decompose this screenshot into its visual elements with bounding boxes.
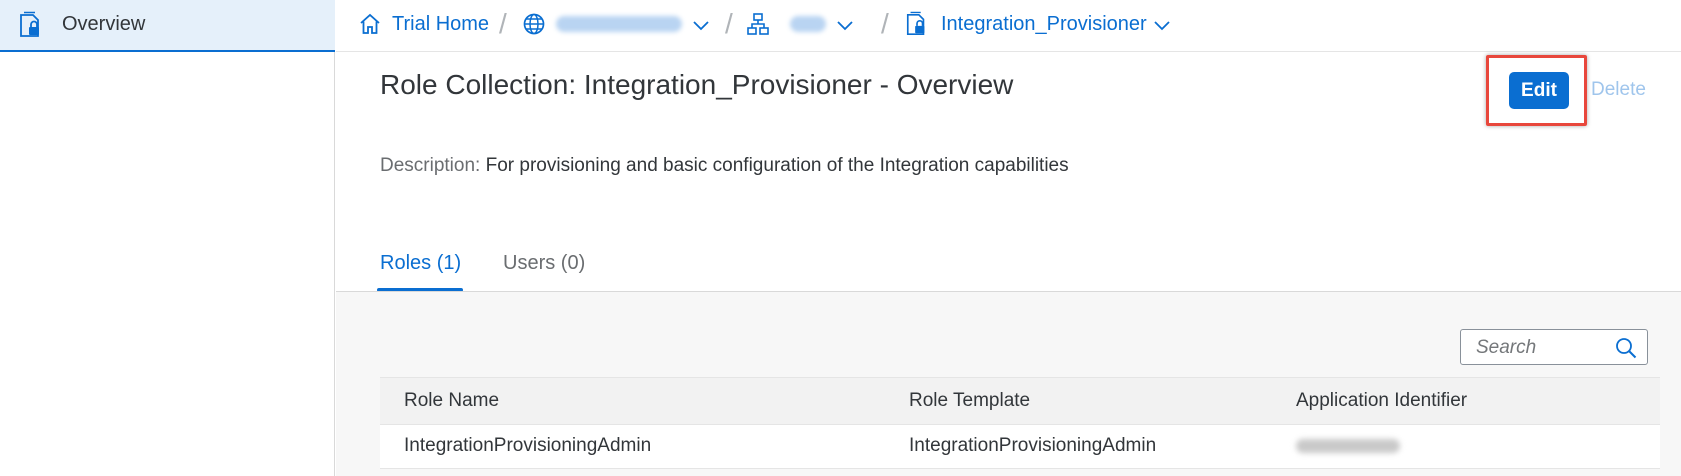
breadcrumb-separator: /: [881, 8, 889, 39]
breadcrumb-current-link[interactable]: Integration_Provisioner: [905, 0, 1147, 48]
column-header-role-name[interactable]: Role Name: [404, 390, 499, 412]
role-collection-lock-icon: [905, 11, 929, 37]
breadcrumb-home-label: Trial Home: [392, 12, 490, 35]
breadcrumb-global-account-link[interactable]: [522, 0, 682, 48]
sidebar-item-label: Overview: [62, 13, 146, 35]
tab-roles[interactable]: Roles (1): [380, 252, 461, 275]
search-icon[interactable]: [1615, 337, 1637, 359]
search-placeholder: Search: [1476, 337, 1537, 358]
global-account-name-redacted: [556, 16, 682, 32]
cell-application-identifier-redacted: [1296, 435, 1400, 459]
hierarchy-icon: [746, 12, 770, 36]
breadcrumb-separator: /: [499, 8, 507, 39]
home-icon: [358, 12, 382, 36]
delete-button[interactable]: Delete: [1591, 79, 1646, 101]
breadcrumb-home-link[interactable]: Trial Home: [358, 0, 489, 48]
globe-icon: [522, 12, 546, 36]
sidebar: Overview: [0, 0, 335, 476]
roles-table: Role Name Role Template Application Iden…: [380, 377, 1660, 469]
table-row[interactable]: IntegrationProvisioningAdmin Integration…: [380, 425, 1660, 469]
role-collection-lock-icon: [18, 11, 44, 39]
breadcrumb-separator: /: [725, 8, 733, 39]
cell-role-template: IntegrationProvisioningAdmin: [909, 435, 1157, 456]
description-value: For provisioning and basic configuration…: [485, 155, 1069, 176]
description-label: Description:: [380, 155, 481, 176]
breadcrumb-current-label: Integration_Provisioner: [941, 12, 1147, 35]
breadcrumb-subaccount-link[interactable]: [746, 0, 826, 48]
description: Description: For provisioning and basic …: [380, 155, 1069, 177]
page-title: Role Collection: Integration_Provisioner…: [380, 69, 1014, 100]
search-input[interactable]: Search: [1460, 329, 1648, 365]
table-header: Role Name Role Template Application Iden…: [380, 377, 1660, 425]
chevron-down-icon[interactable]: [690, 14, 712, 36]
tab-users[interactable]: Users (0): [503, 252, 585, 275]
sidebar-item-overview[interactable]: Overview: [0, 0, 335, 52]
chevron-down-icon[interactable]: [834, 14, 856, 36]
column-header-role-template[interactable]: Role Template: [909, 390, 1030, 412]
cell-role-name: IntegrationProvisioningAdmin: [404, 435, 652, 456]
edit-button[interactable]: Edit: [1509, 72, 1569, 109]
breadcrumb: Trial Home / / / Integration_Provisioner: [336, 0, 1681, 52]
column-header-application-identifier[interactable]: Application Identifier: [1296, 390, 1467, 412]
chevron-down-icon[interactable]: [1151, 14, 1173, 36]
subaccount-name-redacted: [790, 16, 826, 32]
